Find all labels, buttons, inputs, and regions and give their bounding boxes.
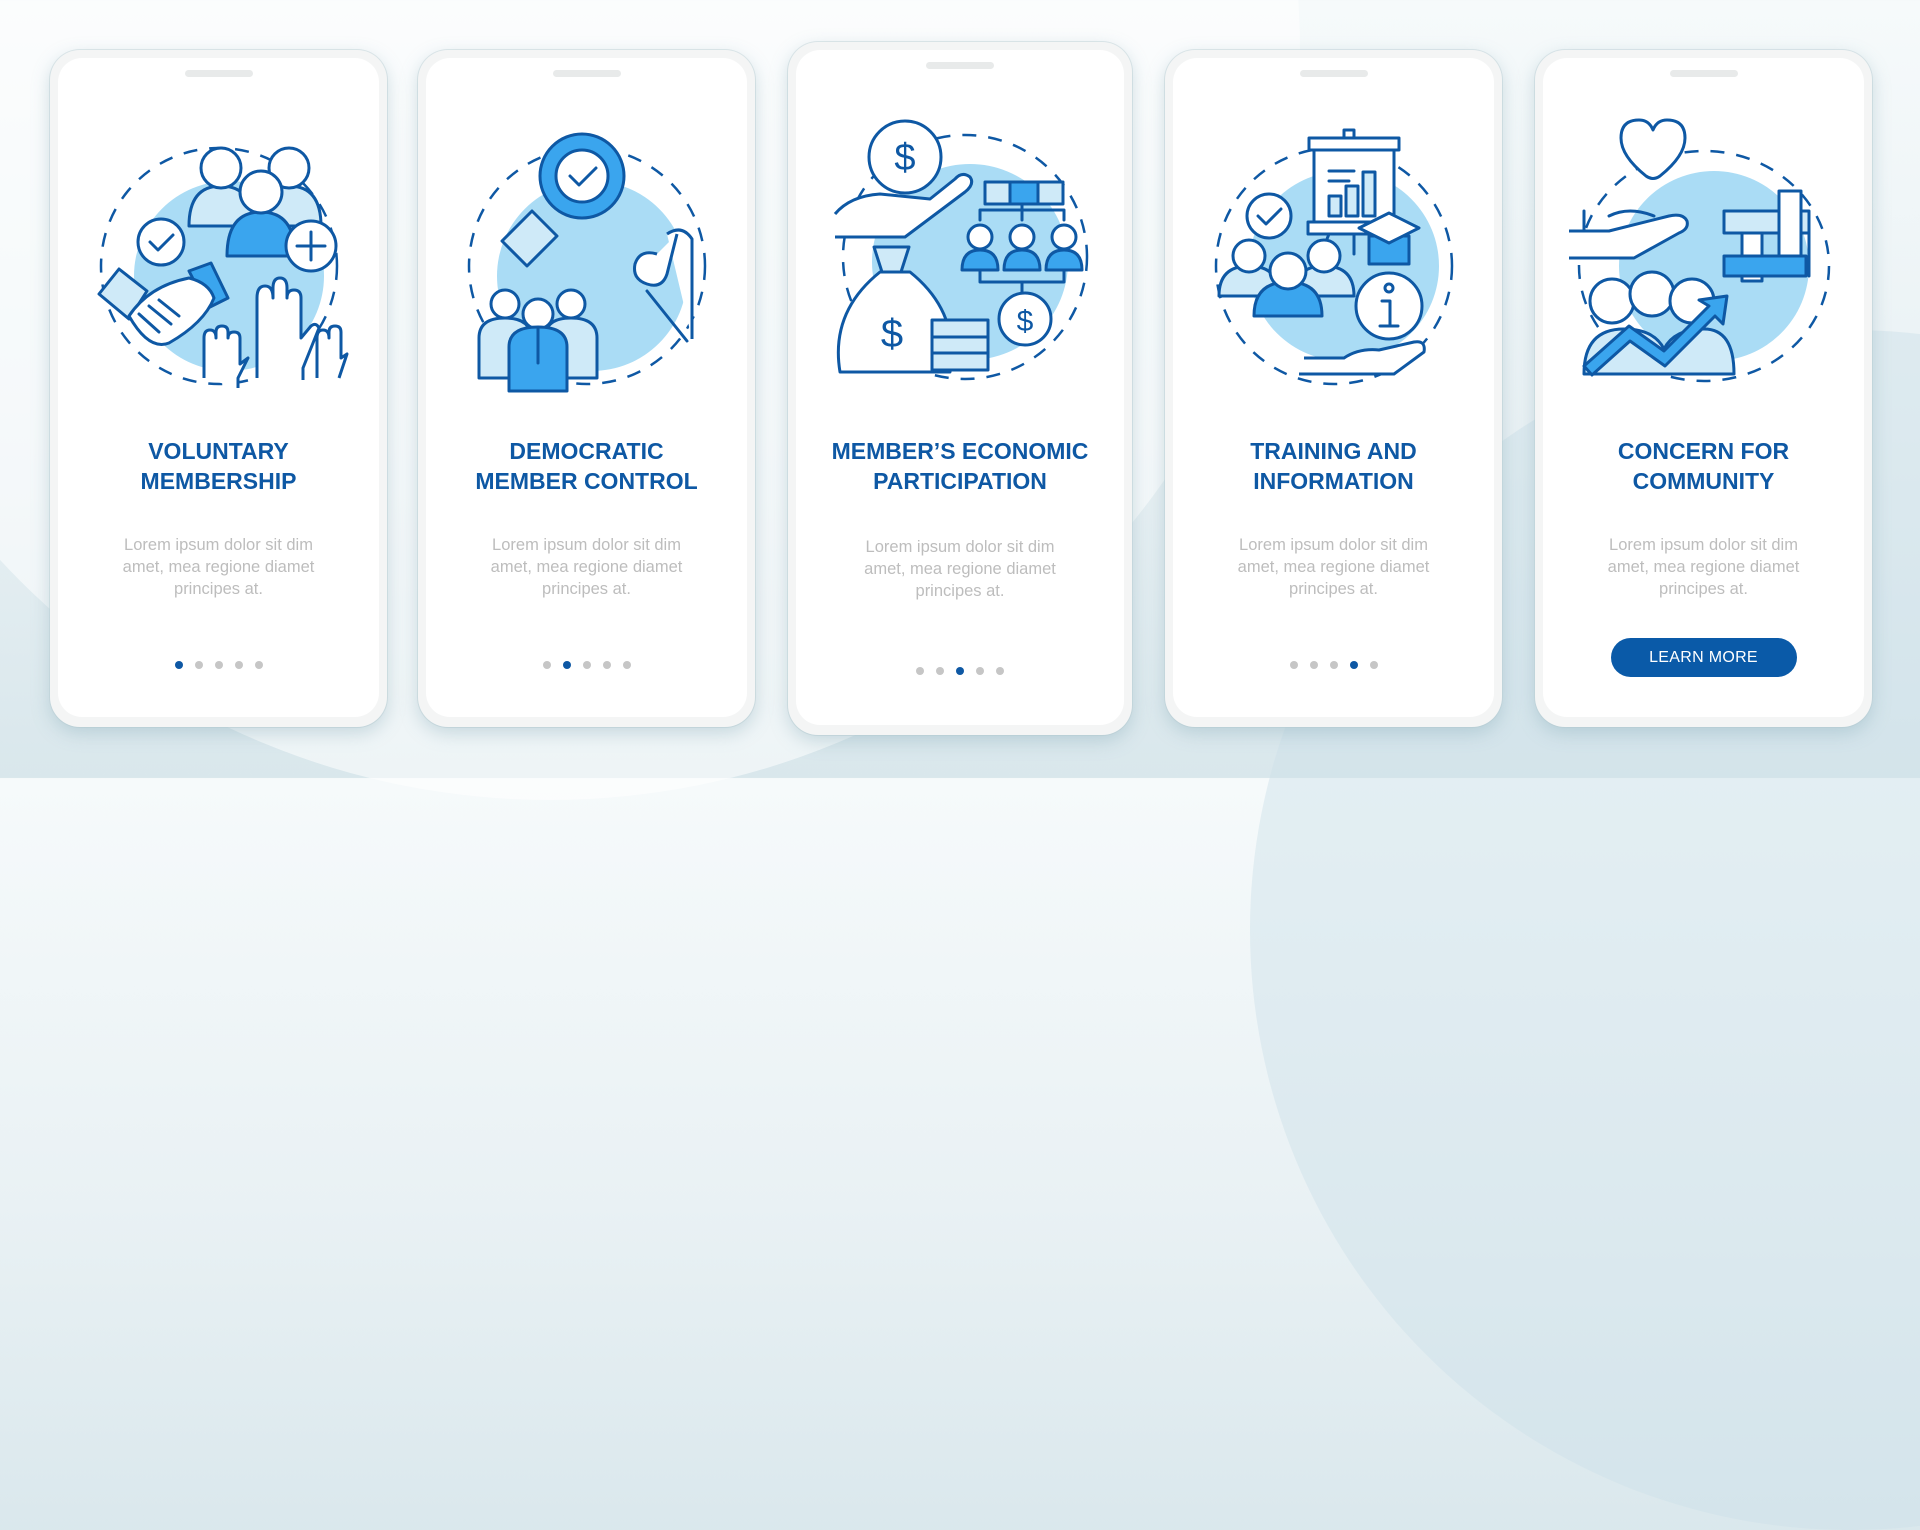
screen-title: DEMOCRATIC MEMBER CONTROL xyxy=(475,438,698,494)
page-dot[interactable] xyxy=(542,660,551,669)
community-concern-icon xyxy=(1568,118,1830,383)
page-dot-active[interactable] xyxy=(1349,660,1358,669)
page-indicator xyxy=(58,656,379,669)
screen-title: MEMBER’S ECONOMIC PARTICIPATION xyxy=(831,438,1089,494)
phone-notch xyxy=(926,62,994,69)
screen-content: CONCERN FOR COMMUNITY Lorem ipsum dolor … xyxy=(1543,58,1864,717)
onboarding-screen-1: VOLUNTARY MEMBERSHIP Lorem ipsum dolor s… xyxy=(50,50,387,727)
page-dot-active[interactable] xyxy=(174,660,183,669)
page-dot[interactable] xyxy=(254,660,263,669)
screen-title: TRAINING AND INFORMATION xyxy=(1250,438,1417,494)
page-dot-active[interactable] xyxy=(562,660,571,669)
screen-description: Lorem ipsum dolor sit dim amet, mea regi… xyxy=(864,538,1056,600)
democratic-member-control-icon xyxy=(467,132,706,393)
page-dot[interactable] xyxy=(194,660,203,669)
screen-content: VOLUNTARY MEMBERSHIP Lorem ipsum dolor s… xyxy=(58,58,379,717)
page-dot[interactable] xyxy=(234,660,243,669)
screen-content: $ $ $ MEMBER’S ECONOMIC PARTICIPATION Lo… xyxy=(796,50,1124,725)
screen-content: DEMOCRATIC MEMBER CONTROL Lorem ipsum do… xyxy=(426,58,747,717)
screen-content: TRAINING AND INFORMATION Lorem ipsum dol… xyxy=(1173,58,1494,717)
phone-notch xyxy=(1299,70,1368,77)
page-dot-active[interactable] xyxy=(956,666,964,675)
onboarding-screen-5: CONCERN FOR COMMUNITY Lorem ipsum dolor … xyxy=(1535,50,1872,727)
screen-description: Lorem ipsum dolor sit dim amet, mea regi… xyxy=(1607,536,1800,598)
screen-description: Lorem ipsum dolor sit dim amet, mea regi… xyxy=(490,536,683,598)
screen-title: VOLUNTARY MEMBERSHIP xyxy=(140,438,297,494)
onboarding-screen-4: TRAINING AND INFORMATION Lorem ipsum dol… xyxy=(1165,50,1502,727)
screen-title: CONCERN FOR COMMUNITY xyxy=(1617,438,1790,494)
svg-text:$: $ xyxy=(881,312,903,356)
learn-more-button[interactable]: LEARN MORE xyxy=(1610,638,1797,677)
page-dot[interactable] xyxy=(214,660,223,669)
page-dot[interactable] xyxy=(936,666,944,675)
phone-notch xyxy=(552,70,621,77)
page-dot[interactable] xyxy=(602,660,611,669)
screen-description: Lorem ipsum dolor sit dim amet, mea regi… xyxy=(122,536,315,598)
svg-text:$: $ xyxy=(1017,305,1034,338)
phone-notch xyxy=(184,70,253,77)
page-dot[interactable] xyxy=(976,666,984,675)
page-dot[interactable] xyxy=(582,660,591,669)
page-dot[interactable] xyxy=(996,666,1004,675)
page-dot[interactable] xyxy=(1309,660,1318,669)
page-indicator xyxy=(796,662,1124,675)
phone-notch xyxy=(1669,70,1738,77)
page-dot[interactable] xyxy=(916,666,924,675)
page-dot[interactable] xyxy=(1369,660,1378,669)
page-dot[interactable] xyxy=(622,660,631,669)
onboarding-screen-2: DEMOCRATIC MEMBER CONTROL Lorem ipsum do… xyxy=(418,50,755,727)
onboarding-screen-3: $ $ $ MEMBER’S ECONOMIC PARTICIPATION Lo… xyxy=(788,42,1132,735)
voluntary-membership-icon xyxy=(97,146,348,388)
page-dot[interactable] xyxy=(1289,660,1298,669)
svg-text:$: $ xyxy=(894,137,915,179)
page-indicator xyxy=(426,656,747,669)
training-information-icon xyxy=(1214,128,1453,386)
page-indicator xyxy=(1173,656,1494,669)
page-dot[interactable] xyxy=(1329,660,1338,669)
economic-participation-icon: $ $ $ xyxy=(833,119,1089,381)
screen-description: Lorem ipsum dolor sit dim amet, mea regi… xyxy=(1237,536,1430,598)
